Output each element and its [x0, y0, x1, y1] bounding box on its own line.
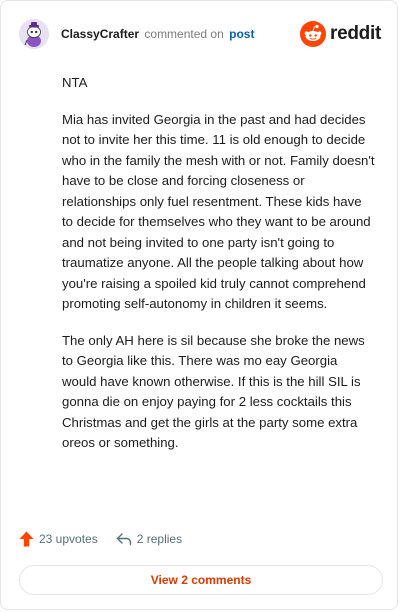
comment-paragraph: NTA [62, 75, 88, 90]
upvote-arrow-icon [19, 531, 34, 547]
reddit-logo[interactable]: reddit [300, 21, 381, 47]
comment-paragraph: The only AH here is sil because she brok… [62, 332, 365, 451]
comment-paragraph: Mia has invited Georgia in the past and … [62, 111, 375, 312]
comment-card: ClassyCrafter commented on post reddit N… [0, 0, 398, 610]
avatar-icon [19, 19, 49, 49]
reply-icon [116, 533, 131, 546]
username[interactable]: ClassyCrafter [61, 27, 139, 41]
reddit-snoo-icon [300, 21, 327, 47]
replies-count: 2 replies [136, 532, 183, 546]
comment-header: ClassyCrafter commented on post reddit [19, 17, 381, 51]
comment-actions: 23 upvotes 2 replies [19, 531, 182, 547]
post-link[interactable]: post [229, 27, 254, 41]
comment-meta: ClassyCrafter commented on post [61, 26, 254, 42]
comment-body: NTA Mia has invited Georgia in the past … [62, 73, 375, 470]
avatar[interactable] [19, 19, 49, 49]
upvote-button[interactable]: 23 upvotes [19, 531, 98, 547]
replies-button[interactable]: 2 replies [116, 532, 182, 546]
brand-wordmark: reddit [330, 23, 381, 44]
view-comments-button[interactable]: View 2 comments [19, 565, 383, 595]
upvote-count: 23 upvotes [39, 532, 98, 546]
action-text: commented on [144, 27, 224, 41]
